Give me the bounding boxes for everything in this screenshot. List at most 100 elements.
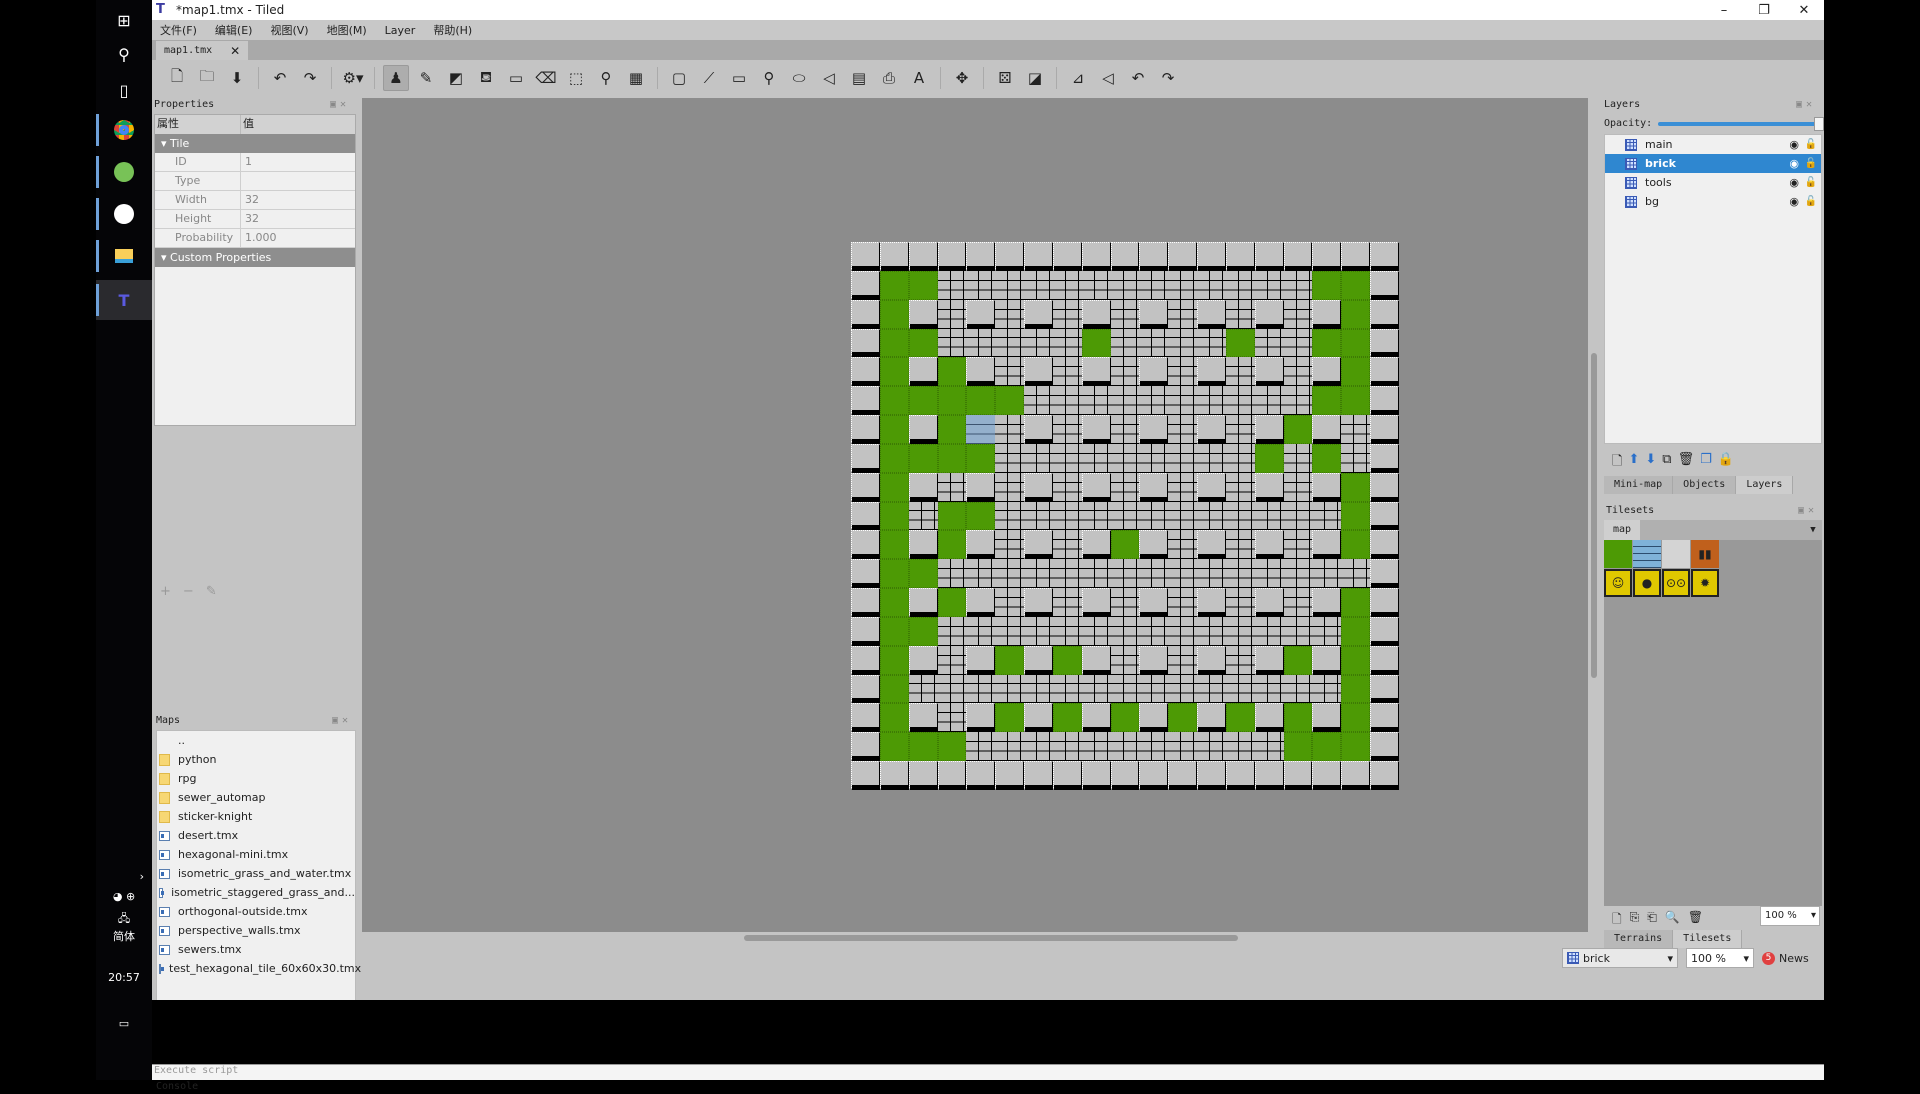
- brick-tile[interactable]: [1254, 501, 1284, 531]
- brick-tile[interactable]: [1283, 588, 1313, 617]
- brick-tile[interactable]: [937, 270, 967, 300]
- property-row[interactable]: Type: [155, 172, 355, 191]
- grass-tile[interactable]: [879, 674, 909, 704]
- brick-tile[interactable]: [1052, 588, 1082, 617]
- wall-tile[interactable]: [1081, 242, 1111, 271]
- brick-tile[interactable]: [1283, 299, 1313, 329]
- brick-tile[interactable]: [1024, 270, 1053, 300]
- notification-icon[interactable]: ▭: [96, 1004, 152, 1044]
- zoom-combo[interactable]: 100 % ▾: [1686, 948, 1754, 968]
- brick-tile[interactable]: [995, 616, 1025, 646]
- map-list-item[interactable]: sewer_automap: [157, 788, 355, 807]
- stone-block-tile[interactable]: [1081, 299, 1111, 329]
- rotate-right-button[interactable]: ↷: [1155, 65, 1181, 91]
- brick-tile[interactable]: [966, 559, 996, 589]
- grass-tile[interactable]: [1225, 703, 1255, 733]
- layer-row-main[interactable]: main ◉ 🔓: [1605, 135, 1821, 154]
- insert-ellipse-button[interactable]: ⬭: [786, 65, 812, 91]
- brick-tile[interactable]: [995, 501, 1025, 531]
- opacity-slider[interactable]: [1658, 116, 1824, 131]
- brick-tile[interactable]: [937, 328, 967, 358]
- brick-tile[interactable]: [1225, 415, 1255, 444]
- brick-tile[interactable]: [1110, 299, 1140, 329]
- wall-tile[interactable]: [1370, 674, 1399, 704]
- lock-icon[interactable]: 🔓: [1805, 177, 1817, 188]
- grass-tile[interactable]: [879, 616, 909, 646]
- brick-tile[interactable]: [1283, 530, 1313, 560]
- tab-mini-map[interactable]: Mini-map: [1604, 476, 1674, 494]
- grass-tile[interactable]: [966, 443, 996, 473]
- brick-tile[interactable]: [966, 616, 996, 646]
- brick-tile[interactable]: [908, 501, 938, 531]
- wall-tile[interactable]: [851, 501, 880, 531]
- rename-property-icon[interactable]: ✎: [206, 584, 217, 599]
- stone-block-tile[interactable]: [1197, 703, 1226, 733]
- rect-select-button[interactable]: ⬚: [563, 65, 589, 91]
- wall-tile[interactable]: [1312, 242, 1342, 271]
- stone-block-tile[interactable]: [1254, 588, 1284, 617]
- flip-horizontal-button[interactable]: ⊿: [1065, 65, 1091, 91]
- eye-icon[interactable]: ◉: [1789, 195, 1799, 208]
- grass-tile[interactable]: [1341, 501, 1371, 531]
- grass-tile[interactable]: [1052, 645, 1082, 675]
- grass-tile[interactable]: [1283, 415, 1313, 444]
- stone-block-tile[interactable]: [1312, 472, 1342, 502]
- wall-tile[interactable]: [1312, 761, 1342, 790]
- brick-tile[interactable]: [1197, 559, 1226, 589]
- brick-tile[interactable]: [1052, 386, 1082, 416]
- brick-tile[interactable]: [1254, 732, 1284, 762]
- wall-tile[interactable]: [879, 761, 909, 790]
- brick-tile[interactable]: [1312, 674, 1342, 704]
- layer-combo[interactable]: brick ▾: [1562, 948, 1678, 968]
- brick-tile[interactable]: [1197, 386, 1226, 416]
- wall-tile[interactable]: [851, 242, 880, 271]
- eye-icon[interactable]: ◉: [1789, 138, 1799, 151]
- brick-tile[interactable]: [1197, 328, 1226, 358]
- brick-tile[interactable]: [937, 703, 967, 733]
- stone-block-tile[interactable]: [1254, 357, 1284, 387]
- select-same-tile-button[interactable]: ▦: [623, 65, 649, 91]
- brick-tile[interactable]: [1168, 588, 1198, 617]
- new-tileset-icon[interactable]: 🗋: [1612, 910, 1622, 931]
- wall-tile[interactable]: [1225, 761, 1255, 790]
- brick-tile[interactable]: [1225, 674, 1255, 704]
- grass-tile[interactable]: [879, 732, 909, 762]
- stone-block-tile[interactable]: [966, 703, 996, 733]
- stone-block-tile[interactable]: [908, 415, 938, 444]
- stone-block-tile[interactable]: [1024, 472, 1053, 502]
- brick-tile[interactable]: [1081, 443, 1111, 473]
- brick-tile[interactable]: [1283, 357, 1313, 387]
- stone-block-tile[interactable]: [1024, 588, 1053, 617]
- brick-tile[interactable]: [1081, 616, 1111, 646]
- stone-block-tile[interactable]: [966, 530, 996, 560]
- stone-block-tile[interactable]: [1312, 530, 1342, 560]
- grass-tile[interactable]: [1312, 328, 1342, 358]
- grass-tile[interactable]: [879, 472, 909, 502]
- search-icon[interactable]: ⚲: [96, 34, 152, 74]
- insert-tile-button[interactable]: ▤: [846, 65, 872, 91]
- tab-tilesets[interactable]: Tilesets: [1673, 930, 1743, 948]
- brick-tile[interactable]: [1168, 415, 1198, 444]
- brick-tile[interactable]: [995, 472, 1025, 502]
- brick-tile[interactable]: [1110, 443, 1140, 473]
- brick-tile[interactable]: [1139, 616, 1169, 646]
- brick-tile[interactable]: [1052, 559, 1082, 589]
- brick-tile[interactable]: [1341, 443, 1371, 473]
- brick-tile[interactable]: [966, 674, 996, 704]
- stone-block-tile[interactable]: [1254, 472, 1284, 502]
- wall-tile[interactable]: [966, 242, 996, 271]
- brick-tile[interactable]: [1225, 645, 1255, 675]
- brick-tile[interactable]: [1225, 472, 1255, 502]
- wall-tile[interactable]: [851, 674, 880, 704]
- stone-block-tile[interactable]: [908, 588, 938, 617]
- horizontal-scrollbar[interactable]: [362, 932, 1588, 944]
- raise-layer-icon[interactable]: ⬆: [1628, 452, 1639, 474]
- stone-block-tile[interactable]: [908, 357, 938, 387]
- brick-tile[interactable]: [1283, 472, 1313, 502]
- wall-tile[interactable]: [1197, 242, 1226, 271]
- stone-block-tile[interactable]: [908, 530, 938, 560]
- grass-tile[interactable]: [1110, 530, 1140, 560]
- stone-block-tile[interactable]: [1024, 415, 1053, 444]
- stone-block-tile[interactable]: [1197, 415, 1226, 444]
- stone-block-tile[interactable]: [1024, 530, 1053, 560]
